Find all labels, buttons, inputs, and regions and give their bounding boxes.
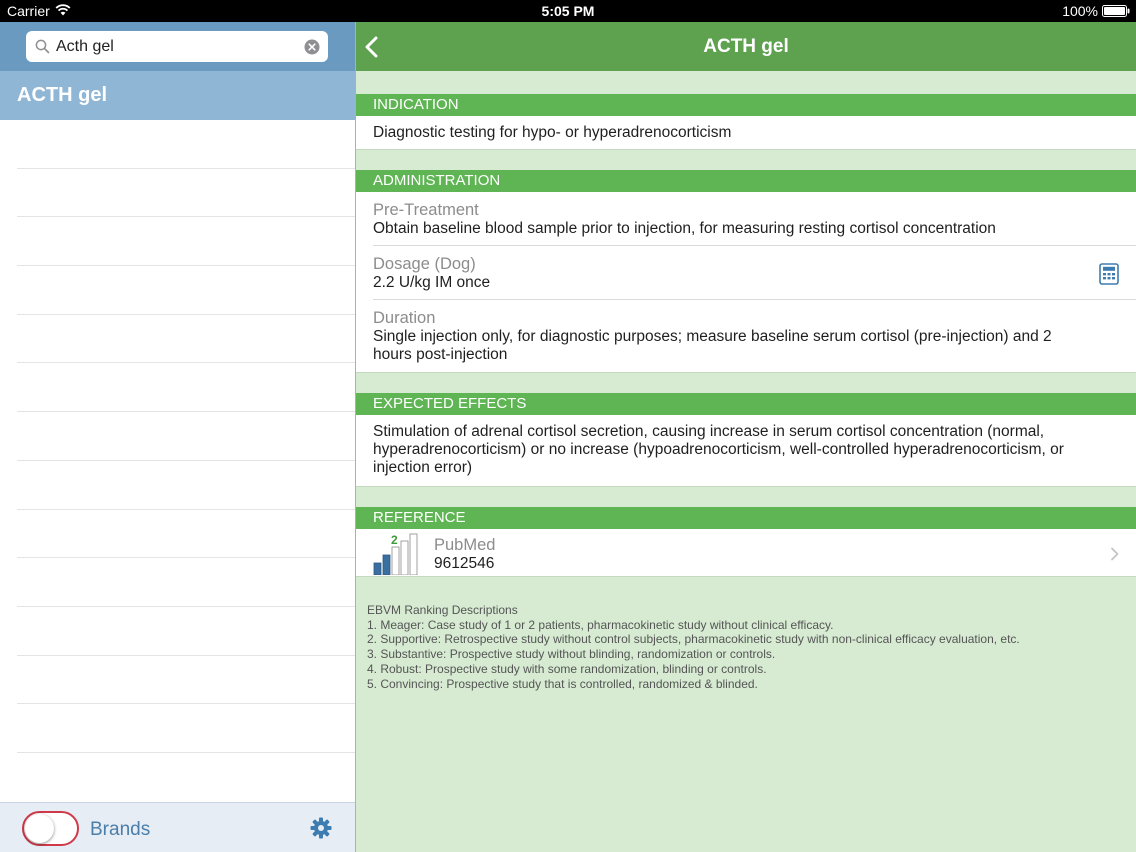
empty-row (17, 607, 355, 656)
administration-cell: Pre-Treatment Obtain baseline blood samp… (356, 192, 1136, 373)
pretreatment-text: Obtain baseline blood sample prior to in… (373, 220, 996, 237)
empty-row (17, 704, 355, 753)
empty-row (17, 120, 355, 169)
toggle-knob (25, 814, 54, 843)
expected-effects-cell: Stimulation of adrenal cortisol secretio… (356, 415, 1136, 487)
reference-id: 9612546 (434, 555, 495, 572)
empty-row (17, 217, 355, 267)
ranking-bars-icon: 2 (373, 533, 418, 575)
empty-row (17, 363, 355, 413)
result-item-acth-gel[interactable]: ACTH gel (0, 71, 355, 120)
ranking-item: 1. Meager: Case study of 1 or 2 patients… (367, 617, 834, 632)
ranking-number: 2 (391, 533, 398, 547)
brands-label: Brands (90, 819, 151, 840)
clear-icon[interactable] (304, 39, 320, 55)
clock: 5:05 PM (541, 3, 595, 19)
duration-text: Single injection only, for diagnostic pu… (373, 328, 1052, 363)
ranking-item: 2. Supportive: Retrospective study witho… (367, 632, 1020, 647)
empty-row (17, 266, 355, 315)
ranking-descriptions: EBVM Ranking Descriptions 1. Meager: Cas… (367, 603, 1020, 691)
dosage-row[interactable]: Dosage (Dog) 2.2 U/kg IM once (356, 254, 1136, 300)
bottom-toolbar: Brands (0, 802, 355, 852)
empty-row (17, 461, 355, 510)
page-title: ACTH gel (703, 36, 789, 57)
reference-text-block: PubMed 9612546 (434, 535, 495, 573)
section-header-indication: INDICATION (356, 94, 1136, 116)
ranking-item: 3. Substantive: Prospective study withou… (367, 647, 776, 662)
status-bar: Carrier 5:05 PM 100% (0, 0, 1136, 22)
empty-row (17, 510, 355, 559)
empty-row (17, 315, 355, 364)
search-bar (0, 22, 355, 71)
search-icon (35, 39, 50, 54)
pretreatment-block: Pre-Treatment Obtain baseline blood samp… (356, 200, 1136, 238)
pretreatment-title: Pre-Treatment (373, 201, 479, 219)
detail-panel: ACTH gel INDICATION Diagnostic testing f… (356, 22, 1136, 852)
battery-icon (1102, 5, 1130, 17)
section-header-administration: ADMINISTRATION (356, 170, 1136, 192)
search-input[interactable] (56, 31, 296, 62)
gear-icon[interactable] (310, 817, 332, 839)
nav-bar: ACTH gel (356, 22, 1136, 71)
dosage-title: Dosage (Dog) (373, 255, 476, 273)
empty-row (17, 558, 355, 607)
calculator-icon[interactable] (1099, 263, 1119, 285)
empty-row (17, 656, 355, 705)
expected-effects-text: Stimulation of adrenal cortisol secretio… (373, 423, 1064, 476)
section-header-expected-effects: EXPECTED EFFECTS (356, 393, 1136, 415)
section-header-reference: REFERENCE (356, 507, 1136, 529)
indication-cell: Diagnostic testing for hypo- or hyperadr… (356, 116, 1136, 150)
indication-text: Diagnostic testing for hypo- or hyperadr… (373, 124, 732, 141)
brands-toggle[interactable] (22, 811, 79, 846)
battery-percent: 100% (1062, 3, 1098, 19)
duration-title: Duration (373, 309, 436, 327)
reference-source: PubMed (434, 536, 496, 554)
reference-row-pubmed[interactable]: 2 PubMed 9612546 (356, 529, 1136, 577)
empty-row (17, 169, 355, 218)
ranking-title: EBVM Ranking Descriptions (367, 603, 518, 617)
empty-result-rows (0, 120, 355, 802)
result-item-label: ACTH gel (17, 84, 107, 106)
dosage-text: 2.2 U/kg IM once (373, 274, 491, 291)
empty-row (17, 412, 355, 461)
search-sidebar: ACTH gel Brands (0, 22, 355, 852)
duration-block: Duration Single injection only, for diag… (356, 308, 1136, 364)
chevron-right-icon (1111, 547, 1119, 561)
ranking-item: 5. Convincing: Prospective study that is… (367, 676, 758, 691)
ranking-item: 4. Robust: Prospective study with some r… (367, 661, 767, 676)
search-box[interactable] (26, 31, 328, 62)
